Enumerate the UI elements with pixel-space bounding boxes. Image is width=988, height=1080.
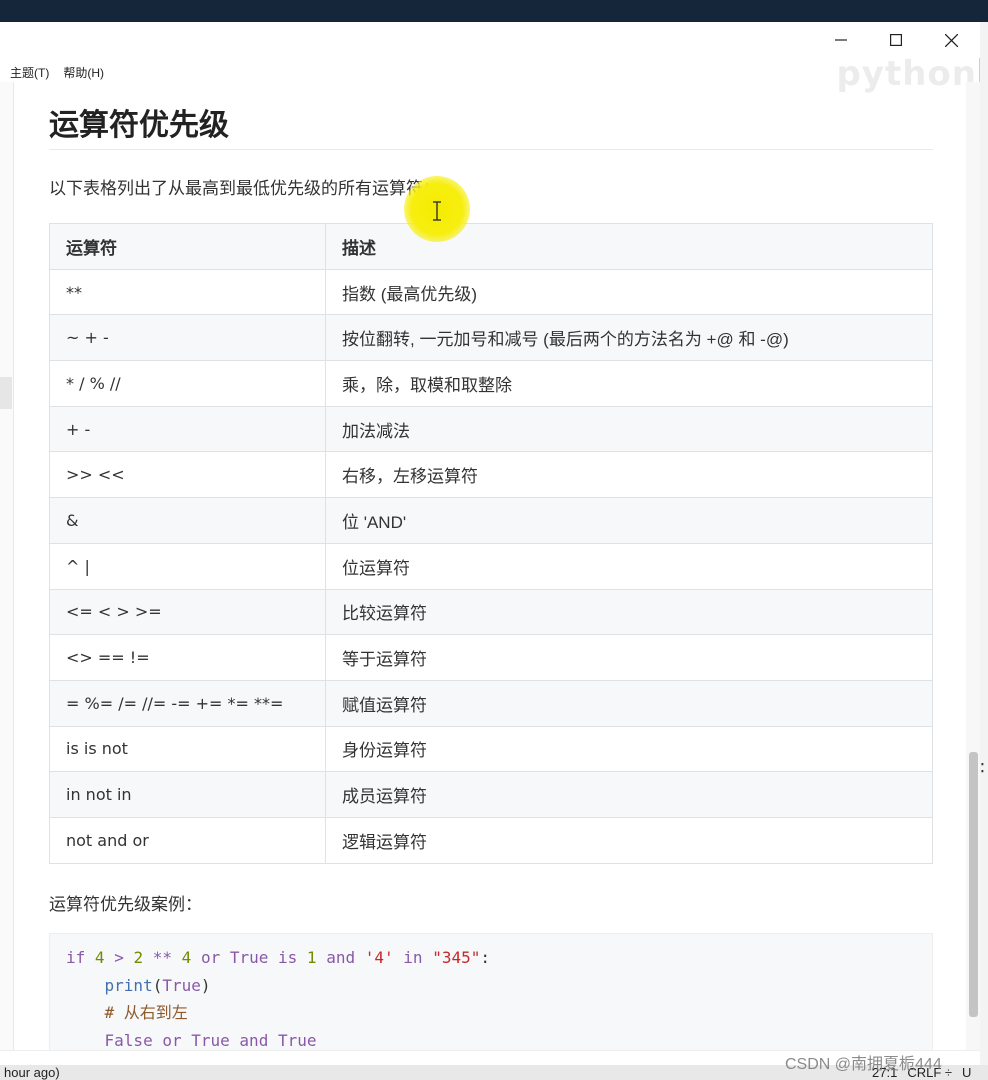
- code-token: print: [104, 975, 153, 995]
- description-cell: 成员运算符: [325, 771, 933, 818]
- table-row: + - 加法减法: [49, 405, 933, 453]
- operator-cell: >> <<: [49, 451, 326, 499]
- operator-cell: <= < > >=: [49, 588, 326, 636]
- close-icon: [944, 33, 958, 47]
- code-token: **: [152, 948, 173, 967]
- menu-theme[interactable]: 主题(T): [10, 64, 49, 81]
- code-token: 2: [133, 948, 144, 967]
- description-cell: 比较运算符: [325, 588, 933, 636]
- operator-cell: <> == !=: [49, 634, 326, 681]
- code-token: 4: [94, 948, 105, 967]
- code-token: >: [114, 948, 124, 967]
- code-token: "345": [432, 948, 481, 967]
- table-row: & 位 'AND': [49, 497, 933, 544]
- encoding[interactable]: U: [962, 1065, 971, 1080]
- table-row: ~ + - 按位翻转, 一元加号和减号 (最后两个的方法名为 +@ 和 -@): [49, 314, 933, 362]
- code-block[interactable]: if 4 > 2 ** 4 or True is 1 and '4' in "3…: [49, 933, 933, 1050]
- table-row: ^ | 位运算符: [49, 542, 933, 590]
- code-token: '4': [364, 948, 394, 967]
- desktop-top-strip: [0, 0, 988, 22]
- code-comment: # 从右到左: [104, 1003, 188, 1022]
- table-row: >> << 右移，左移运算符: [49, 451, 933, 499]
- table-row: not and or 逻辑运算符: [49, 816, 933, 864]
- description-cell: 位 'AND': [325, 497, 933, 544]
- code-token: if: [66, 948, 86, 967]
- code-token: False: [104, 1030, 153, 1050]
- table-header-operator: 运算符: [49, 223, 326, 270]
- table-row: ** 指数 (最高优先级): [49, 268, 933, 316]
- code-line-3: # 从右到左: [66, 999, 916, 1027]
- operator-cell: in not in: [49, 771, 326, 818]
- close-button[interactable]: [928, 26, 974, 54]
- operator-cell: &: [49, 497, 326, 544]
- table-row: * / % //乘，除，取模和取整除: [49, 360, 933, 407]
- description-cell: 加法减法: [325, 405, 933, 453]
- page-title: 运算符优先级: [49, 108, 229, 143]
- code-token: is: [278, 948, 298, 967]
- scrollbar-thumb[interactable]: [969, 752, 978, 1017]
- description-cell: 赋值运算符: [325, 679, 933, 727]
- operator-cell: + -: [49, 405, 326, 453]
- title-bar: [0, 22, 980, 58]
- example-caption: 运算符优先级案例：: [49, 895, 202, 914]
- code-token: or: [200, 948, 221, 967]
- csdn-watermark: CSDN @南拥夏栀444: [785, 1056, 942, 1073]
- markdown-editor-window: 主题(T) 帮助(H) python 运算符优先级 以下表格列出了从最高到最低优…: [0, 22, 980, 1080]
- menu-bar: 主题(T) 帮助(H): [0, 60, 104, 84]
- code-token: 1: [306, 948, 317, 967]
- code-line-4: False or True and True: [66, 1027, 916, 1051]
- code-token: (: [152, 975, 163, 995]
- operator-cell: **: [49, 268, 326, 316]
- code-token: 4: [181, 948, 192, 967]
- operator-cell: * / % //: [49, 360, 326, 407]
- left-gutter-marker: [0, 377, 12, 409]
- code-token: :: [480, 948, 491, 967]
- operator-cell: is is not: [49, 725, 326, 773]
- background-status-text: hour ago): [4, 1065, 60, 1080]
- description-cell: 按位翻转, 一元加号和减号 (最后两个的方法名为 +@ 和 -@): [325, 314, 933, 362]
- description-cell: 身份运算符: [325, 725, 933, 773]
- code-token: and: [326, 948, 356, 967]
- code-token: ): [200, 975, 211, 995]
- table-row: is is not 身份运算符: [49, 725, 933, 773]
- text-cursor-icon: [431, 200, 443, 222]
- code-token: True: [229, 948, 269, 967]
- code-line-1: if 4 > 2 ** 4 or True is 1 and '4' in "3…: [66, 944, 916, 972]
- table-row: <> == != 等于运算符: [49, 634, 933, 681]
- table-row: = %= /= //= -= += *= **= 赋值运算符: [49, 679, 933, 727]
- description-cell: 右移，左移运算符: [325, 451, 933, 499]
- maximize-button[interactable]: [873, 26, 919, 54]
- intro-paragraph: 以下表格列出了从最高到最低优先级的所有运算符：: [49, 179, 440, 198]
- table-row: in not in 成员运算符: [49, 771, 933, 818]
- background-window-fragment: ∶: [980, 758, 985, 778]
- description-cell: 等于运算符: [325, 634, 933, 681]
- menu-help[interactable]: 帮助(H): [63, 64, 104, 81]
- description-cell: 逻辑运算符: [325, 816, 933, 864]
- left-gutter: [0, 82, 14, 1052]
- minimize-button[interactable]: [818, 26, 864, 54]
- description-cell: 乘，除，取模和取整除: [325, 360, 933, 407]
- minimize-icon: [835, 39, 847, 41]
- heading-divider: [49, 149, 933, 150]
- description-cell: 指数 (最高优先级): [325, 268, 933, 316]
- operator-cell: not and or: [49, 816, 326, 864]
- document-content[interactable]: 运算符优先级 以下表格列出了从最高到最低优先级的所有运算符： 运算符 描述 **…: [14, 82, 966, 1050]
- maximize-icon: [890, 34, 902, 46]
- code-token: and: [239, 1030, 269, 1050]
- code-token: in: [403, 948, 423, 967]
- table-row: <= < > >= 比较运算符: [49, 588, 933, 636]
- operator-precedence-table: 运算符 描述 ** 指数 (最高优先级) ~ + - 按位翻转, 一元加号和减号 (…: [49, 223, 933, 864]
- table-header-row: 运算符 描述: [49, 223, 933, 270]
- operator-cell: = %= /= //= -= += *= **=: [49, 679, 326, 727]
- code-token: True: [277, 1030, 317, 1050]
- code-token: True: [162, 975, 201, 995]
- code-line-2: print(True): [66, 972, 916, 1000]
- code-token: or: [162, 1030, 182, 1050]
- code-token: True: [191, 1030, 230, 1050]
- operator-cell: ~ + -: [49, 314, 326, 362]
- description-cell: 位运算符: [325, 542, 933, 590]
- operator-cell: ^ |: [49, 542, 326, 590]
